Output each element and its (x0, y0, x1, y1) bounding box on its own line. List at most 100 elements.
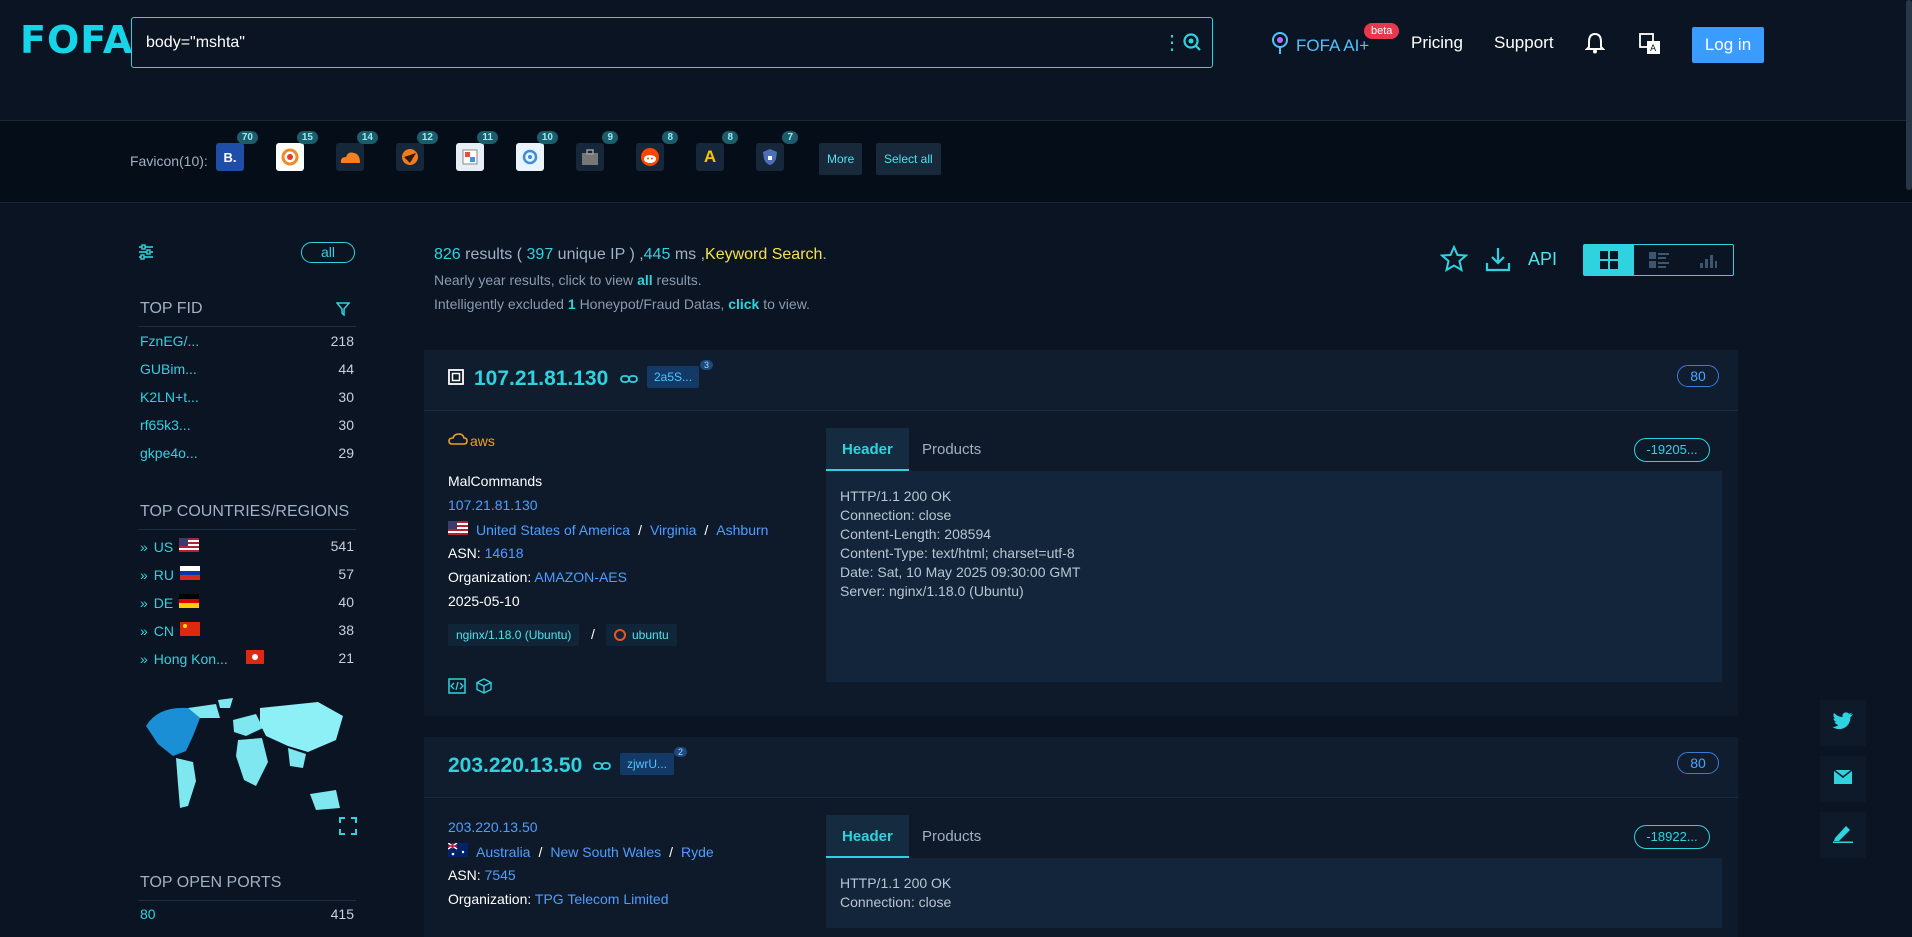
fofa-logo[interactable]: FOFA (20, 18, 133, 62)
link-icon[interactable] (593, 759, 611, 777)
fid-label: GUBim... (140, 361, 197, 377)
email-button[interactable] (1820, 756, 1866, 802)
login-button[interactable]: Log in (1692, 27, 1764, 63)
fofa-ai-link[interactable]: FOFA AI+ (1270, 31, 1369, 60)
download-icon[interactable] (1484, 245, 1512, 278)
org-link[interactable]: TPG Telecom Limited (535, 891, 669, 907)
language-icon[interactable]: A (1639, 33, 1661, 60)
slash: / (591, 626, 595, 642)
spiral-logo-icon[interactable]: 15 (276, 131, 318, 171)
star-icon[interactable] (1439, 244, 1469, 278)
tab-products[interactable]: Products (906, 815, 997, 858)
yellow-a-icon[interactable]: A8 (696, 131, 738, 171)
http-header-body: HTTP/1.1 200 OK Connection: close Conten… (826, 471, 1722, 682)
cloudflare-icon[interactable]: 14 (336, 131, 378, 171)
image-preview-icon[interactable]: 11 (456, 131, 498, 171)
search-box[interactable]: ⋮ (131, 17, 1213, 68)
query-ms: 445 (643, 246, 671, 263)
expand-chevrons-icon[interactable]: » (140, 539, 148, 555)
more-options-icon[interactable]: ⋮ (1162, 28, 1182, 58)
country-row[interactable]: » Hong Kon... 21 (140, 650, 354, 667)
fid-row[interactable]: gkpe4o... 29 (140, 445, 354, 461)
asn-link[interactable]: 7545 (485, 867, 516, 883)
expand-chevrons-icon[interactable]: » (140, 567, 148, 583)
country-row[interactable]: » CN 38 (140, 622, 354, 639)
period: . (822, 246, 827, 263)
expand-map-icon[interactable] (338, 816, 358, 841)
server-chip[interactable]: nginx/1.18.0 (Ubuntu) (448, 624, 580, 646)
result-ip[interactable]: 107.21.81.130 (474, 367, 608, 391)
link-icon[interactable] (620, 372, 638, 390)
favicon-count: 8 (662, 131, 678, 144)
nav-pricing[interactable]: Pricing (1411, 33, 1463, 53)
tab-header[interactable]: Header (826, 815, 909, 858)
region-link[interactable]: Virginia (650, 522, 696, 538)
funnel-icon[interactable] (335, 302, 351, 321)
cloud-provider[interactable]: aws (448, 432, 495, 449)
tab-products[interactable]: Products (906, 428, 997, 471)
grid-view-icon[interactable] (1584, 245, 1634, 275)
region-link[interactable]: New South Wales (550, 844, 661, 860)
fid-label: FznEG/... (140, 333, 200, 349)
search-input[interactable] (146, 30, 1106, 56)
os-chip[interactable]: ubuntu (606, 624, 677, 646)
hash-pill[interactable]: -19205... (1634, 438, 1710, 462)
city-link[interactable]: Ashburn (716, 522, 768, 538)
city-link[interactable]: Ryde (681, 844, 714, 860)
api-link[interactable]: API (1528, 249, 1557, 270)
expand-chevrons-icon[interactable]: » (140, 623, 148, 639)
port-pill[interactable]: 80 (1677, 752, 1719, 774)
country-link[interactable]: United States of America (476, 522, 630, 538)
feedback-button[interactable] (1820, 812, 1866, 858)
ip-link[interactable]: 203.220.13.50 (448, 819, 538, 835)
stats-view-icon[interactable] (1683, 245, 1733, 275)
country-row[interactable]: » US 541 (140, 538, 354, 555)
search-icon[interactable] (1182, 32, 1202, 57)
list-view-icon[interactable] (1634, 245, 1684, 275)
tab-header[interactable]: Header (826, 428, 909, 471)
cert-tag[interactable]: zjwrU... (620, 753, 674, 775)
org-link[interactable]: AMAZON-AES (534, 569, 627, 585)
fid-row[interactable]: rf65k3... 30 (140, 417, 354, 433)
ubuntu-icon (614, 629, 626, 641)
ru-flag-icon (180, 566, 201, 583)
bell-icon[interactable] (1584, 32, 1606, 59)
bluebird-icon[interactable]: 10 (516, 131, 558, 171)
view-honeypot-link[interactable]: click (728, 296, 759, 312)
booking-b-icon[interactable]: B. 70 (216, 131, 258, 171)
orange-disc-icon[interactable]: 12 (396, 131, 438, 171)
favicon-more-button[interactable]: More (819, 143, 863, 175)
fid-row[interactable]: K2LN+t... 30 (140, 389, 354, 405)
fid-row[interactable]: FznEG/... 218 (140, 333, 354, 349)
port-pill[interactable]: 80 (1677, 365, 1719, 387)
view-toggle (1583, 244, 1734, 276)
cloud-icon (448, 432, 468, 449)
expand-chevrons-icon[interactable]: » (140, 651, 148, 667)
world-map[interactable] (138, 696, 357, 836)
briefcase-icon[interactable]: 9 (576, 131, 618, 171)
result-card: 203.220.13.50 zjwrU... 2 80 203.220.13.5… (424, 737, 1738, 937)
view-all-link[interactable]: all (637, 272, 653, 288)
filter-sliders-icon[interactable] (138, 244, 154, 265)
all-filter-pill[interactable]: all (301, 242, 355, 263)
fid-row[interactable]: GUBim... 44 (140, 361, 354, 377)
country-link[interactable]: Australia (476, 844, 530, 860)
hash-pill[interactable]: -18922... (1634, 825, 1710, 849)
fid-label: rf65k3... (140, 417, 191, 433)
cert-tag[interactable]: 2a5S... (647, 366, 700, 388)
country-row[interactable]: » RU 57 (140, 566, 354, 583)
nav-support[interactable]: Support (1494, 33, 1554, 53)
cube-icon[interactable] (476, 678, 492, 699)
expand-chevrons-icon[interactable]: » (140, 595, 148, 611)
ip-link[interactable]: 107.21.81.130 (448, 497, 538, 513)
favicon-select-all-button[interactable]: Select all (876, 143, 941, 175)
asn-link[interactable]: 14618 (485, 545, 524, 561)
top-countries-title: TOP COUNTRIES/REGIONS (140, 503, 350, 520)
twitter-share-button[interactable] (1820, 700, 1866, 746)
shield-lock-icon[interactable]: 7 (756, 131, 798, 171)
code-icon[interactable] (448, 678, 466, 699)
page-scrollbar[interactable] (1906, 0, 1912, 190)
result-ip[interactable]: 203.220.13.50 (448, 754, 582, 778)
country-row[interactable]: » DE 40 (140, 594, 354, 611)
reddit-icon[interactable]: 8 (636, 131, 678, 171)
